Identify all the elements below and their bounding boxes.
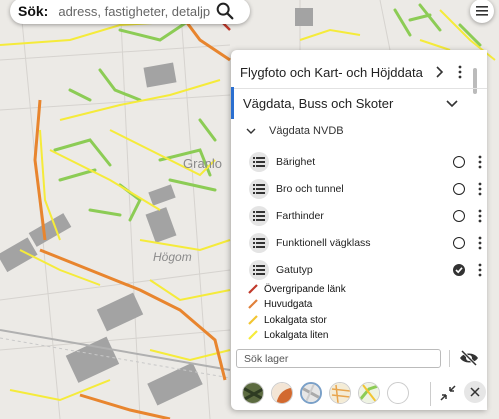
gray-map-thumb-icon [302,384,320,402]
layer-toggle[interactable] [453,237,465,249]
line-swatch-icon [248,330,258,340]
layer-toggle[interactable] [453,156,465,168]
layer-item-gatutyp[interactable]: Gatutyp [231,259,487,281]
checkmark-icon [455,267,463,274]
divider [449,350,450,367]
hide-layers-eye-icon[interactable] [459,349,479,367]
subgroup-label: Vägdata NVDB [269,125,344,137]
legend-label: Lokalgata liten [264,329,329,341]
layer-toggle-checked[interactable] [453,264,465,276]
layer-group-label: Vägdata, Buss och Skoter [243,95,394,111]
collapse-arrows-icon[interactable] [439,384,457,402]
layer-group-vagdata[interactable]: Vägdata, Buss och Skoter [231,87,487,119]
layer-label: Funktionell vägklass [276,237,371,249]
layer-group-flygfoto[interactable]: Flygfoto och Kart- och Höjddata [231,56,487,89]
basemap-green[interactable] [358,382,380,404]
close-icon [470,387,480,397]
more-options-icon[interactable] [475,154,485,170]
layer-list-icon [249,152,269,172]
chevron-down-icon[interactable] [444,95,460,111]
map-label-granlo: Granlo [183,156,222,171]
layer-toggle[interactable] [453,210,465,222]
green-map-thumb-icon [359,383,379,403]
layer-item-farthinder[interactable]: Farthinder [231,205,487,227]
legend-label: Huvudgata [264,298,313,310]
orange-map-thumb-icon [272,383,292,403]
layer-panel: Flygfoto och Kart- och Höjddata Vägdata,… [231,50,487,410]
divider [430,382,431,406]
layer-list-icon [249,260,269,280]
layer-subgroup-vagdata-nvdb[interactable]: Vägdata NVDB [231,118,487,144]
more-options-icon[interactable] [475,235,485,251]
line-swatch-icon [248,315,258,325]
line-swatch-icon [248,299,258,309]
layer-item-funktionell-vagklass[interactable]: Funktionell vägklass [231,232,487,254]
line-swatch-icon [248,284,258,294]
layer-list-icon [249,206,269,226]
chevron-right-icon[interactable] [431,64,447,80]
basemap-gray[interactable] [300,382,322,404]
more-options-icon[interactable] [475,208,485,224]
basemap-orange[interactable] [271,382,293,404]
chevron-down-icon[interactable] [243,123,259,139]
basemap-selector [231,376,487,410]
legend-item: Lokalgata liten [248,328,329,342]
legend-item: Lokalgata stor [248,313,327,327]
layer-list-icon [249,179,269,199]
search-icon[interactable] [214,0,236,22]
legend-label: Lokalgata stor [264,314,327,326]
basemap-satellite[interactable] [242,382,264,404]
layer-item-barighet[interactable]: Bärighet [231,151,487,173]
search-layers-input[interactable] [236,349,441,368]
layer-item-bro-och-tunnel[interactable]: Bro och tunnel [231,178,487,200]
layer-toggle[interactable] [453,183,465,195]
layer-label: Gatutyp [276,264,313,276]
satellite-thumb-icon [243,383,263,403]
legend-label: Övergripande länk [264,283,346,295]
legend-item: Övergripande länk [248,282,346,296]
more-options-icon[interactable] [475,181,485,197]
main-menu-button[interactable] [470,0,494,23]
layer-group-label: Flygfoto och Kart- och Höjddata [240,64,423,80]
basemap-topo[interactable] [329,382,351,404]
address-search-bar: Sök: [10,0,250,24]
topo-map-thumb-icon [330,383,350,403]
hamburger-icon [476,6,488,16]
legend-item: Huvudgata [248,297,312,311]
basemap-blank[interactable] [387,382,409,404]
layer-label: Bro och tunnel [276,183,344,195]
layer-label: Bärighet [276,156,316,168]
layer-label: Farthinder [276,210,324,222]
map-label-hogom: Högom [153,250,192,264]
more-options-icon[interactable] [455,64,465,80]
more-options-icon[interactable] [475,262,485,278]
layer-list-icon [249,233,269,253]
close-panel-button[interactable] [464,381,486,403]
search-label: Sök: [18,3,49,19]
search-input[interactable] [56,2,213,20]
